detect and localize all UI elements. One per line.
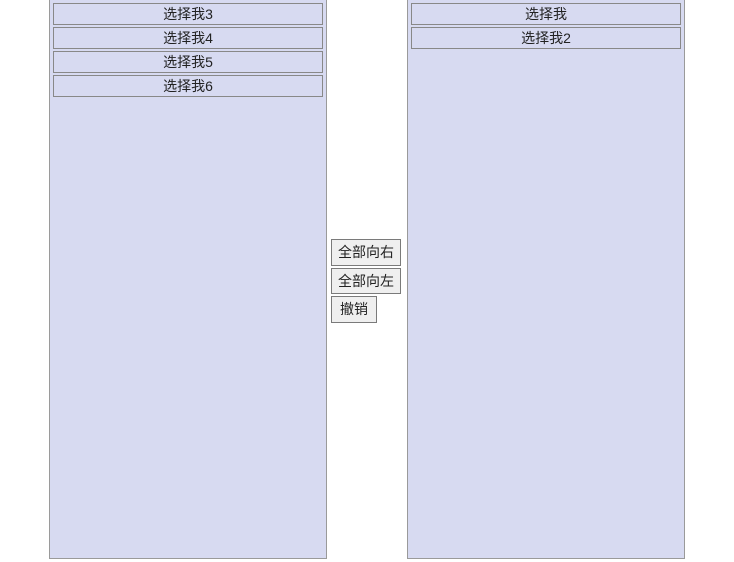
- undo-button[interactable]: 撤销: [331, 296, 377, 323]
- list-item[interactable]: 选择我4: [53, 27, 323, 49]
- right-list-panel: 选择我 选择我2: [407, 0, 685, 559]
- button-column: 全部向右 全部向左 撤销: [331, 239, 403, 323]
- list-item[interactable]: 选择我: [411, 3, 681, 25]
- list-item[interactable]: 选择我5: [53, 51, 323, 73]
- transfer-container: 选择我3 选择我4 选择我5 选择我6 全部向右 全部向左 撤销 选择我 选择我…: [0, 0, 734, 562]
- move-all-right-button[interactable]: 全部向右: [331, 239, 401, 266]
- list-item[interactable]: 选择我2: [411, 27, 681, 49]
- move-all-left-button[interactable]: 全部向左: [331, 268, 401, 295]
- list-item[interactable]: 选择我6: [53, 75, 323, 97]
- left-list-panel: 选择我3 选择我4 选择我5 选择我6: [49, 0, 327, 559]
- list-item[interactable]: 选择我3: [53, 3, 323, 25]
